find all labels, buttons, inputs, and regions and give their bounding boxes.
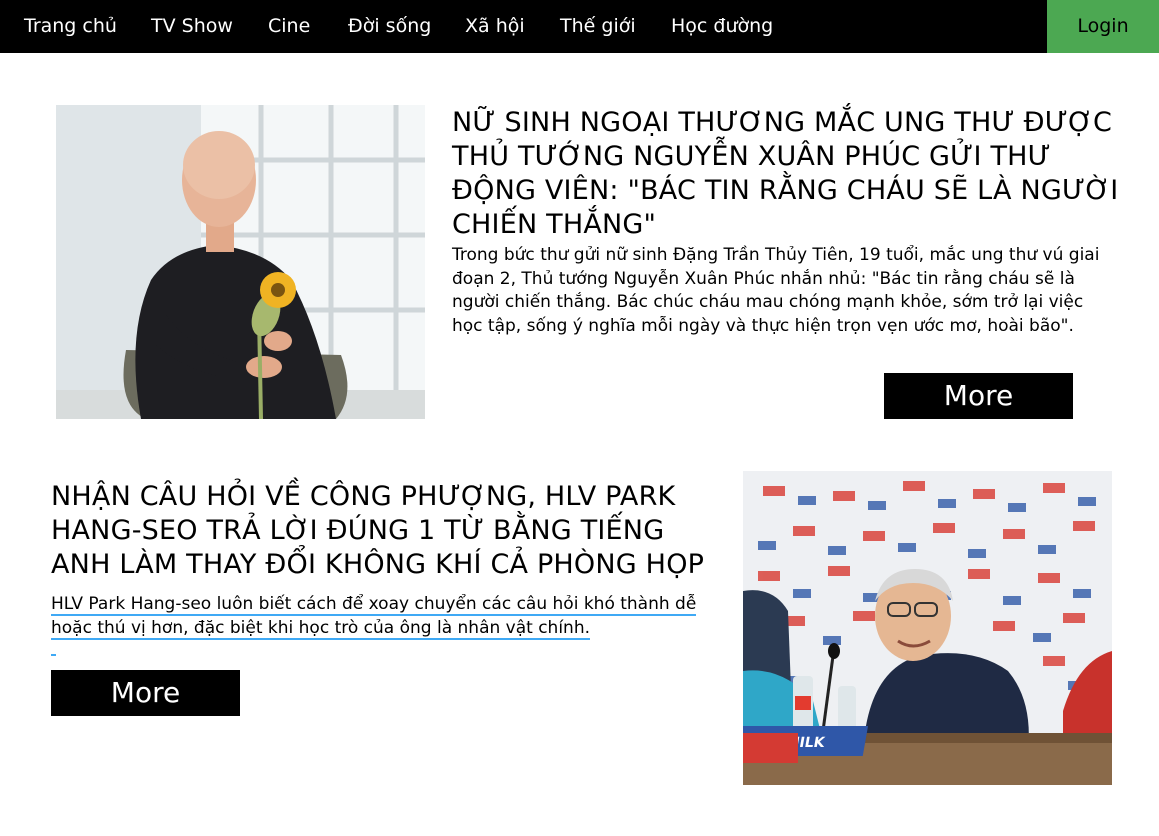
top-navbar: Trang chủ TV Show Cine Đời sống Xã hội T… [0, 0, 1159, 53]
article-2-photo: VINAMILK [743, 471, 1112, 785]
nav-item-tv-show[interactable]: TV Show [151, 0, 233, 53]
login-button[interactable]: Login [1047, 0, 1159, 53]
nav-item-trang-chu[interactable]: Trang chủ [24, 0, 117, 53]
cursor-marker [51, 654, 56, 656]
nav-item-the-gioi[interactable]: Thế giới [560, 0, 636, 53]
article-1-summary: Trong bức thư gửi nữ sinh Đặng Trần Thủy… [452, 245, 1100, 336]
article-1-image[interactable] [56, 105, 425, 419]
article-2-image[interactable]: VINAMILK [743, 471, 1112, 785]
nav-item-hoc-duong[interactable]: Học đường [671, 0, 773, 53]
article-2-summary-text: HLV Park Hang-seo luôn biết cách để xoay… [51, 594, 697, 640]
article-1-more-button[interactable]: More [884, 373, 1073, 419]
article-2-summary: HLV Park Hang-seo luôn biết cách để xoay… [51, 593, 711, 640]
nav-item-xa-hoi[interactable]: Xã hội [465, 0, 525, 53]
article-1-title[interactable]: NỮ SINH NGOẠI THƯƠNG MẮC UNG THƯ ĐƯỢC TH… [452, 106, 1132, 242]
article-2-title[interactable]: NHẬN CÂU HỎI VỀ CÔNG PHƯỢNG, HLV PARK HA… [51, 480, 731, 582]
nav-item-cine[interactable]: Cine [268, 0, 310, 53]
article-2-more-button[interactable]: More [51, 670, 240, 716]
article-1-photo [56, 105, 425, 419]
nav-item-doi-song[interactable]: Đời sống [348, 0, 431, 53]
